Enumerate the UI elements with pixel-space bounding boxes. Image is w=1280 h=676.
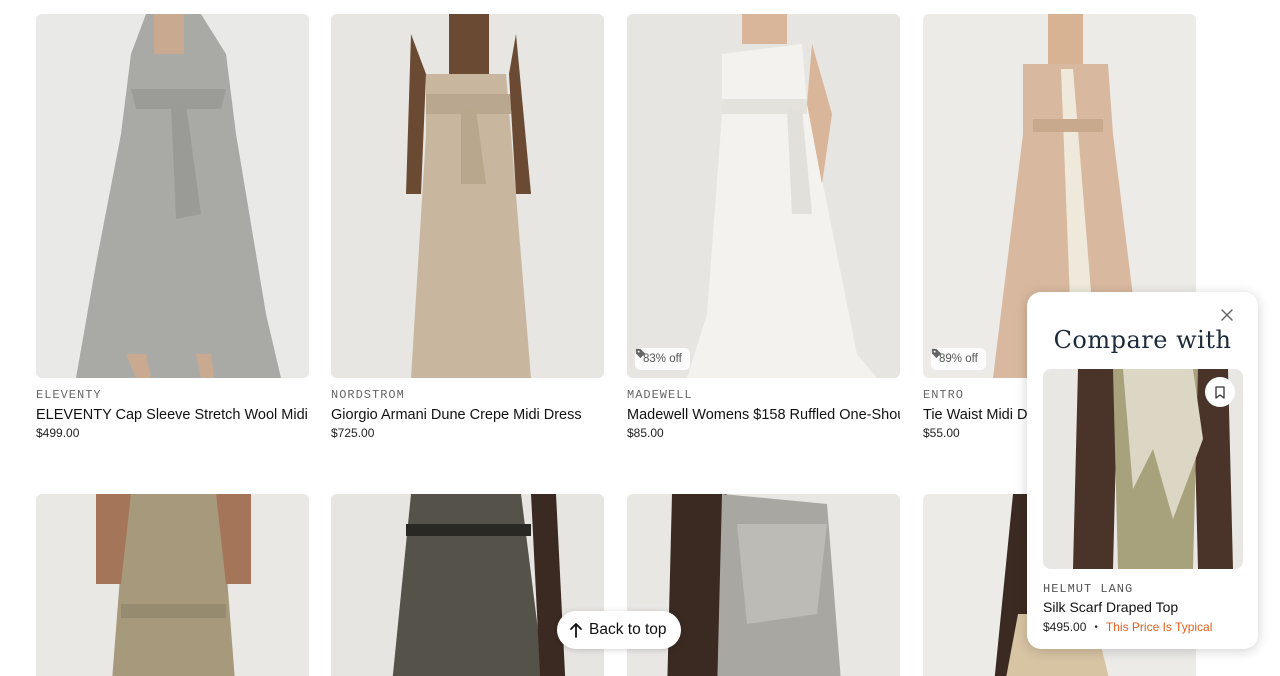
- tag-icon: [635, 348, 646, 359]
- product-card[interactable]: [331, 494, 604, 676]
- bookmark-icon: [1215, 385, 1225, 399]
- product-price: $725.00: [331, 426, 375, 440]
- product-brand: NORDSTROM: [331, 388, 405, 402]
- bookmark-button[interactable]: [1205, 377, 1235, 407]
- product-price: $499.00: [36, 426, 80, 440]
- product-image[interactable]: [331, 494, 604, 676]
- back-to-top-button[interactable]: Back to top: [557, 611, 681, 649]
- product-image[interactable]: [331, 14, 604, 378]
- product-brand: ELEVENTY: [36, 388, 102, 402]
- product-card[interactable]: [627, 494, 900, 676]
- compare-popup: Compare with HELMUT LANG Silk Scarf Drap…: [1027, 292, 1258, 649]
- compare-price-row: $495.00 • This Price Is Typical: [1043, 620, 1212, 634]
- price-note: This Price Is Typical: [1105, 620, 1213, 634]
- compare-heading: Compare with: [1053, 326, 1232, 354]
- product-card[interactable]: ELEVENTY ELEVENTY Cap Sleeve Stretch Woo…: [36, 14, 309, 440]
- product-image[interactable]: [36, 494, 309, 676]
- compare-title[interactable]: Silk Scarf Draped Top: [1043, 599, 1178, 615]
- discount-badge: 83% off: [635, 348, 690, 370]
- product-brand: MADEWELL: [627, 388, 693, 402]
- close-icon[interactable]: [1220, 308, 1234, 322]
- compare-brand: HELMUT LANG: [1043, 582, 1134, 596]
- compare-product-image[interactable]: [1043, 369, 1243, 569]
- product-title[interactable]: ELEVENTY Cap Sleeve Stretch Wool Midi Sh…: [36, 406, 309, 425]
- product-title[interactable]: Giorgio Armani Dune Crepe Midi Dress: [331, 406, 604, 425]
- product-image[interactable]: [36, 14, 309, 378]
- product-card[interactable]: [36, 494, 309, 676]
- product-card[interactable]: 83% off MADEWELL Madewell Womens $158 Ru…: [627, 14, 900, 440]
- product-title[interactable]: Madewell Womens $158 Ruffled One-Shoulde…: [627, 406, 900, 425]
- discount-label: 89% off: [939, 353, 978, 365]
- price-separator: •: [1094, 621, 1098, 633]
- arrow-up-icon: [570, 623, 582, 638]
- product-image[interactable]: 83% off: [627, 14, 900, 378]
- product-image[interactable]: [627, 494, 900, 676]
- product-price: $85.00: [627, 426, 664, 440]
- back-to-top-label: Back to top: [589, 621, 667, 638]
- discount-label: 83% off: [643, 353, 682, 365]
- compare-price: $495.00: [1043, 620, 1087, 634]
- discount-badge: 89% off: [931, 348, 986, 370]
- tag-icon: [931, 348, 942, 359]
- product-card[interactable]: NORDSTROM Giorgio Armani Dune Crepe Midi…: [331, 14, 604, 440]
